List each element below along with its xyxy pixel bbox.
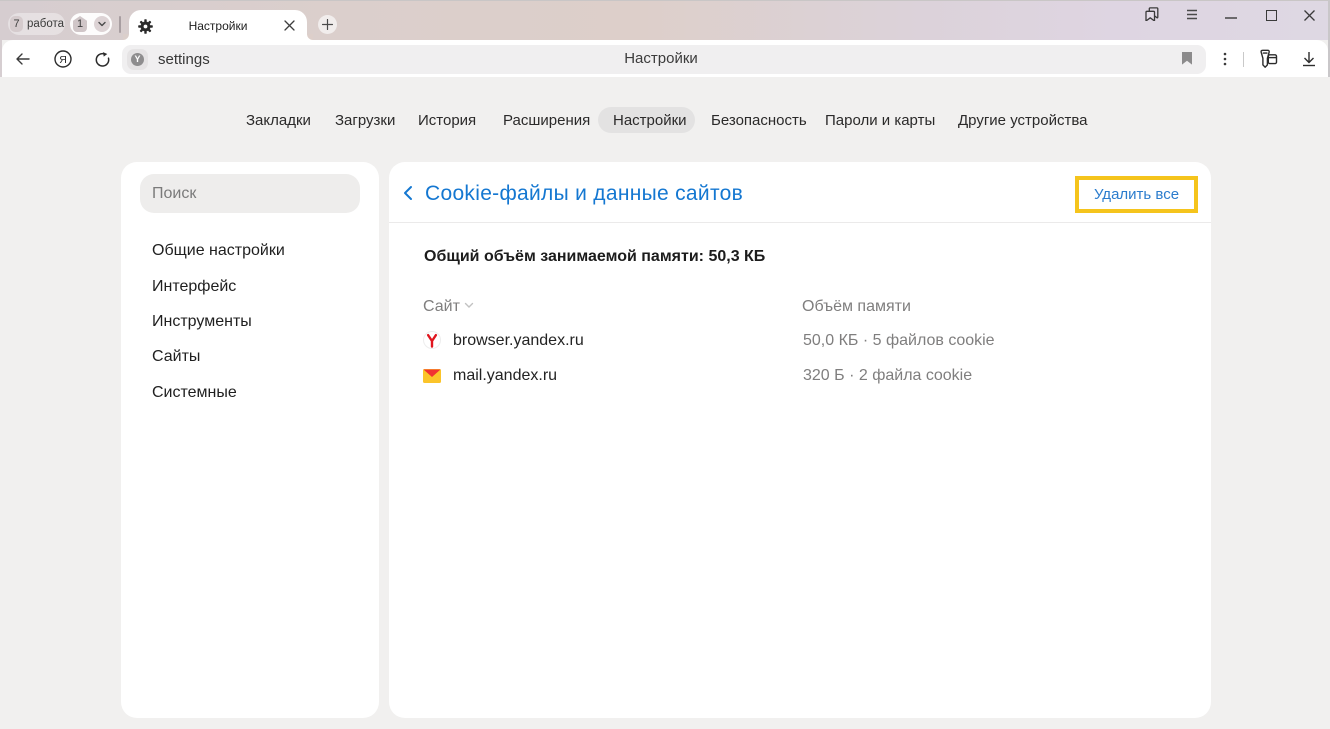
svg-text:Я: Я <box>59 54 67 66</box>
